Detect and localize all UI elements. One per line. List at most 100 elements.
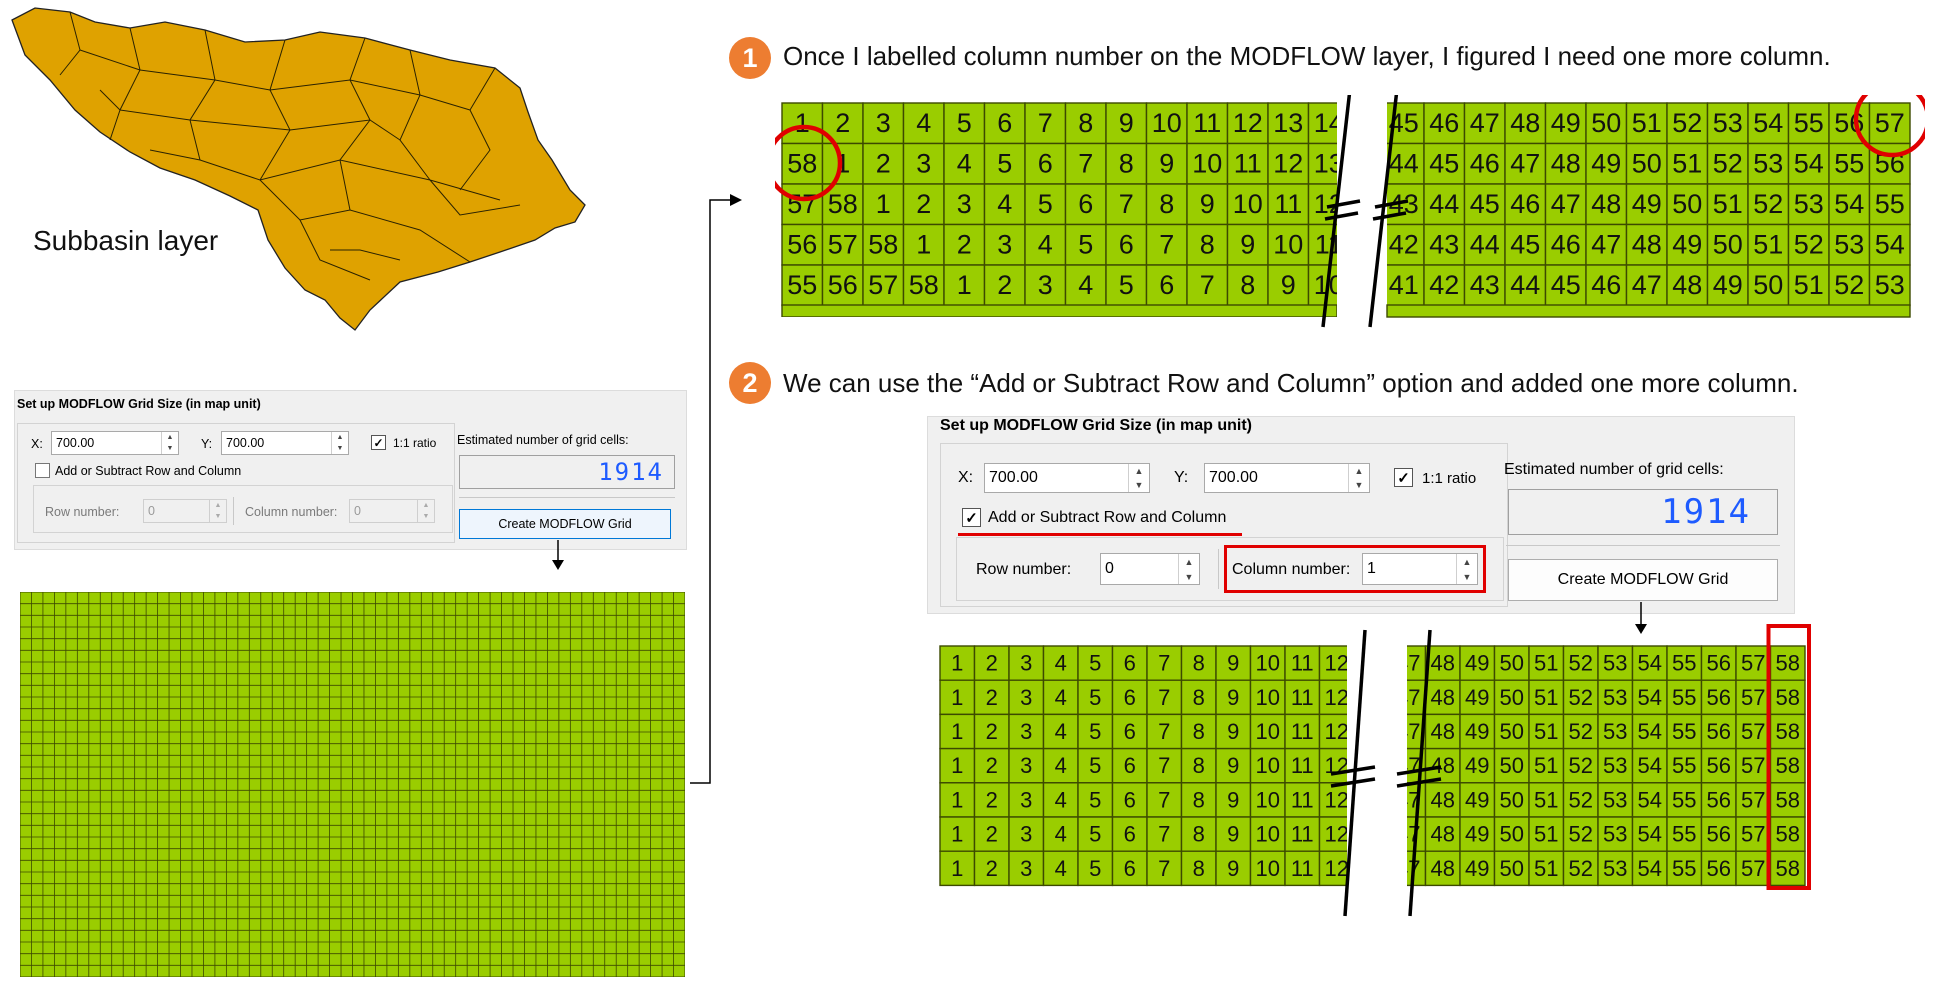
grid-bottom-left-label: 9 <box>1227 719 1239 744</box>
grid-top-left-label: 2 <box>835 108 850 138</box>
spin-down-icon[interactable]: ▼ <box>418 511 434 522</box>
grid-bottom-right-label: 48 <box>1431 787 1455 812</box>
grid-top-right-label: 47 <box>1591 230 1621 260</box>
grid-top-left-label: 1 <box>876 189 891 219</box>
y-spinbox[interactable]: 700.00 ▲ ▼ <box>221 431 349 455</box>
grid-bottom-left-label: 6 <box>1124 856 1136 881</box>
grid-bottom-right-label: 49 <box>1465 787 1489 812</box>
grid-top-left-label: 4 <box>1078 270 1093 300</box>
x-label: X: <box>958 469 974 486</box>
grid-top-left-label: 7 <box>1119 189 1134 219</box>
grid-bottom-right-label: 57 <box>1741 685 1765 710</box>
grid-bottom-right-label: 58 <box>1776 651 1800 676</box>
y-spinbox[interactable]: 700.00 ▲ ▼ <box>1204 463 1370 493</box>
grid-top-left-label: 57 <box>787 189 817 219</box>
grid-top-right-label: 53 <box>1713 108 1743 138</box>
grid-bottom-left-label: 7 <box>1158 651 1170 676</box>
grid-top-left-label: 1 <box>957 270 972 300</box>
grid-bottom-left-label: 4 <box>1055 651 1067 676</box>
grid-top-right-label: 52 <box>1753 189 1783 219</box>
row-number-value: 0 <box>148 504 155 518</box>
grid-bottom-left-label: 10 <box>1256 856 1280 881</box>
spin-up-icon[interactable]: ▲ <box>418 500 434 511</box>
spin-down-icon[interactable]: ▼ <box>1349 478 1369 492</box>
grid-bottom-right-label: 56 <box>1707 651 1731 676</box>
row-number-spinbox[interactable]: 0 ▲ ▼ <box>1100 553 1200 585</box>
grid-bottom-right-label: 48 <box>1431 651 1455 676</box>
grid-top-left-label: 2 <box>916 189 931 219</box>
grid-bottom-right-label: 54 <box>1638 719 1662 744</box>
grid-top-left-label: 8 <box>1240 270 1255 300</box>
grid-bottom-right-label: 57 <box>1741 753 1765 778</box>
grid-top-left-label: 3 <box>957 189 972 219</box>
spin-up-icon[interactable]: ▲ <box>1129 464 1149 478</box>
grid-top-right-label: 43 <box>1470 270 1500 300</box>
grid-bottom-left-label: 7 <box>1158 685 1170 710</box>
y-value: 700.00 <box>226 436 265 450</box>
spin-up-icon[interactable]: ▲ <box>1349 464 1369 478</box>
grid-top-left-label: 9 <box>1281 270 1296 300</box>
grid-bottom-left-label: 1 <box>951 822 963 847</box>
column-number-grid-after: 1 2 3 4 5 6 7 8 9 10 11 121 2 3 4 5 6 7 8 9 10 11 121 2 3 4 5 6 7 8 9 1… <box>939 624 1811 917</box>
grid-top-left-label: 9 <box>1200 189 1215 219</box>
arrow-down-icon <box>552 540 564 570</box>
spin-down-icon[interactable]: ▼ <box>1129 478 1149 492</box>
ratio-checkbox[interactable]: ✓ <box>1394 468 1413 487</box>
grid-top-left-label: 2 <box>876 149 891 179</box>
grid-bottom-left-label: 7 <box>1158 856 1170 881</box>
create-modflow-grid-button[interactable]: Create MODFLOW Grid <box>459 509 671 539</box>
grid-bottom-right-label: 47 <box>1396 651 1420 676</box>
grid-top-left-label: 4 <box>1038 230 1053 260</box>
x-spinbox[interactable]: 700.00 ▲ ▼ <box>984 463 1150 493</box>
grid-top-left-label: 11 <box>1234 149 1262 179</box>
spin-up-icon[interactable]: ▲ <box>210 500 226 511</box>
grid-top-right-label: 55 <box>1875 189 1905 219</box>
grid-top-right-label: 49 <box>1672 230 1702 260</box>
grid-top-left-label: 56 <box>828 270 858 300</box>
grid-top-right-label: 44 <box>1510 270 1540 300</box>
spin-up-icon[interactable]: ▲ <box>162 432 178 443</box>
add-subtract-checkbox[interactable]: ✓ <box>962 508 981 527</box>
spin-down-icon[interactable]: ▼ <box>1179 569 1199 584</box>
grid-bottom-right-label: 51 <box>1534 685 1558 710</box>
grid-top-left-label: 56 <box>787 230 817 260</box>
grid-bottom-right-label: 51 <box>1534 787 1558 812</box>
create-modflow-grid-button[interactable]: Create MODFLOW Grid <box>1508 559 1778 601</box>
add-subtract-underline <box>958 533 1242 536</box>
grid-bottom-right-label: 52 <box>1569 822 1593 847</box>
ratio-checkbox[interactable]: ✓ <box>371 435 386 450</box>
grid-bottom-left-label: 12 <box>1325 822 1349 847</box>
grid-top-left-label: 5 <box>997 149 1012 179</box>
grid-top-right-label: 45 <box>1551 270 1581 300</box>
x-spinbox[interactable]: 700.00 ▲ ▼ <box>51 431 179 455</box>
add-subtract-label: Add or Subtract Row and Column <box>988 509 1227 526</box>
grid-bottom-left-label: 2 <box>986 719 998 744</box>
estimated-cells-display: 1914 <box>1508 489 1778 535</box>
grid-bottom-left-label: 2 <box>986 856 998 881</box>
grid-bottom-right-label: 54 <box>1638 787 1662 812</box>
grid-bottom-left-label: 4 <box>1055 685 1067 710</box>
spin-down-icon[interactable]: ▼ <box>210 511 226 522</box>
grid-top-right-label: 48 <box>1672 270 1702 300</box>
spin-up-icon[interactable]: ▲ <box>332 432 348 443</box>
column-number-spinbox[interactable]: 0 ▲ ▼ <box>349 499 435 523</box>
grid-bottom-left-label: 3 <box>1020 719 1032 744</box>
grid-size-dialog-small: Set up MODFLOW Grid Size (in map unit) X… <box>14 390 687 550</box>
grid-top-right-label: 46 <box>1591 270 1621 300</box>
grid-bottom-right-label: 49 <box>1465 856 1489 881</box>
grid-top-right-label: 46 <box>1551 230 1581 260</box>
grid-top-left-label: 7 <box>1078 149 1093 179</box>
spin-down-icon[interactable]: ▼ <box>162 443 178 454</box>
grid-top-left-label: 13 <box>1273 108 1303 138</box>
spin-up-icon[interactable]: ▲ <box>1179 554 1199 569</box>
grid-bottom-left-label: 12 <box>1325 651 1349 676</box>
add-subtract-label: Add or Subtract Row and Column <box>55 464 242 478</box>
add-subtract-checkbox[interactable] <box>35 463 50 478</box>
grid-bottom-right-label: 51 <box>1534 719 1558 744</box>
grid-bottom-right-label: 56 <box>1707 719 1731 744</box>
grid-bottom-left-label: 3 <box>1020 753 1032 778</box>
grid-bottom-left-label: 4 <box>1055 753 1067 778</box>
spin-down-icon[interactable]: ▼ <box>332 443 348 454</box>
row-number-spinbox[interactable]: 0 ▲ ▼ <box>143 499 227 523</box>
x-value: 700.00 <box>56 436 95 450</box>
